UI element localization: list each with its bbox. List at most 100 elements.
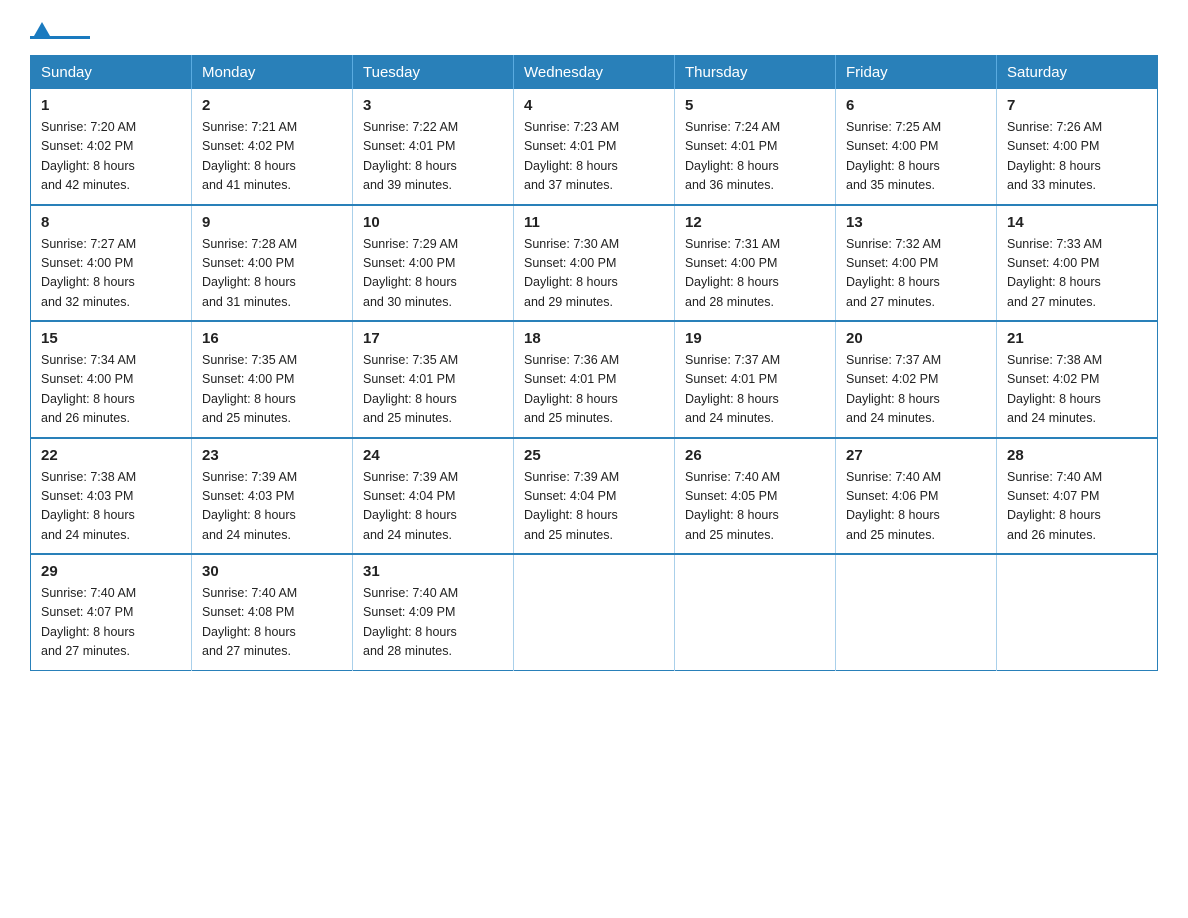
day-info: Sunrise: 7:38 AMSunset: 4:02 PMDaylight:…	[1007, 351, 1147, 429]
calendar-cell: 27 Sunrise: 7:40 AMSunset: 4:06 PMDaylig…	[836, 438, 997, 555]
day-info: Sunrise: 7:27 AMSunset: 4:00 PMDaylight:…	[41, 235, 181, 313]
day-number: 23	[202, 447, 342, 464]
day-number: 13	[846, 214, 986, 231]
calendar-cell: 22 Sunrise: 7:38 AMSunset: 4:03 PMDaylig…	[31, 438, 192, 555]
day-info: Sunrise: 7:35 AMSunset: 4:01 PMDaylight:…	[363, 351, 503, 429]
calendar-cell: 25 Sunrise: 7:39 AMSunset: 4:04 PMDaylig…	[514, 438, 675, 555]
day-info: Sunrise: 7:30 AMSunset: 4:00 PMDaylight:…	[524, 235, 664, 313]
calendar-cell: 8 Sunrise: 7:27 AMSunset: 4:00 PMDayligh…	[31, 205, 192, 322]
day-number: 11	[524, 214, 664, 231]
day-info: Sunrise: 7:40 AMSunset: 4:09 PMDaylight:…	[363, 584, 503, 662]
calendar-cell: 20 Sunrise: 7:37 AMSunset: 4:02 PMDaylig…	[836, 321, 997, 438]
day-info: Sunrise: 7:34 AMSunset: 4:00 PMDaylight:…	[41, 351, 181, 429]
calendar-cell: 23 Sunrise: 7:39 AMSunset: 4:03 PMDaylig…	[192, 438, 353, 555]
day-number: 9	[202, 214, 342, 231]
day-number: 21	[1007, 330, 1147, 347]
day-info: Sunrise: 7:24 AMSunset: 4:01 PMDaylight:…	[685, 118, 825, 196]
calendar-cell: 31 Sunrise: 7:40 AMSunset: 4:09 PMDaylig…	[353, 554, 514, 670]
calendar-cell: 21 Sunrise: 7:38 AMSunset: 4:02 PMDaylig…	[997, 321, 1158, 438]
calendar-week-row: 8 Sunrise: 7:27 AMSunset: 4:00 PMDayligh…	[31, 205, 1158, 322]
day-info: Sunrise: 7:22 AMSunset: 4:01 PMDaylight:…	[363, 118, 503, 196]
day-number: 16	[202, 330, 342, 347]
day-number: 26	[685, 447, 825, 464]
day-info: Sunrise: 7:39 AMSunset: 4:04 PMDaylight:…	[363, 468, 503, 546]
header-wednesday: Wednesday	[514, 56, 675, 90]
calendar-cell: 24 Sunrise: 7:39 AMSunset: 4:04 PMDaylig…	[353, 438, 514, 555]
header-tuesday: Tuesday	[353, 56, 514, 90]
day-info: Sunrise: 7:39 AMSunset: 4:03 PMDaylight:…	[202, 468, 342, 546]
day-number: 3	[363, 97, 503, 114]
day-number: 27	[846, 447, 986, 464]
calendar-table: SundayMondayTuesdayWednesdayThursdayFrid…	[30, 55, 1158, 671]
calendar-cell: 6 Sunrise: 7:25 AMSunset: 4:00 PMDayligh…	[836, 89, 997, 205]
day-number: 2	[202, 97, 342, 114]
day-number: 14	[1007, 214, 1147, 231]
day-info: Sunrise: 7:20 AMSunset: 4:02 PMDaylight:…	[41, 118, 181, 196]
day-info: Sunrise: 7:40 AMSunset: 4:06 PMDaylight:…	[846, 468, 986, 546]
calendar-cell: 28 Sunrise: 7:40 AMSunset: 4:07 PMDaylig…	[997, 438, 1158, 555]
calendar-cell: 1 Sunrise: 7:20 AMSunset: 4:02 PMDayligh…	[31, 89, 192, 205]
day-info: Sunrise: 7:32 AMSunset: 4:00 PMDaylight:…	[846, 235, 986, 313]
calendar-week-row: 22 Sunrise: 7:38 AMSunset: 4:03 PMDaylig…	[31, 438, 1158, 555]
logo	[30, 20, 96, 39]
day-info: Sunrise: 7:37 AMSunset: 4:02 PMDaylight:…	[846, 351, 986, 429]
day-info: Sunrise: 7:38 AMSunset: 4:03 PMDaylight:…	[41, 468, 181, 546]
calendar-cell	[997, 554, 1158, 670]
day-number: 25	[524, 447, 664, 464]
calendar-cell: 2 Sunrise: 7:21 AMSunset: 4:02 PMDayligh…	[192, 89, 353, 205]
day-info: Sunrise: 7:35 AMSunset: 4:00 PMDaylight:…	[202, 351, 342, 429]
day-number: 1	[41, 97, 181, 114]
day-number: 17	[363, 330, 503, 347]
calendar-week-row: 29 Sunrise: 7:40 AMSunset: 4:07 PMDaylig…	[31, 554, 1158, 670]
header-thursday: Thursday	[675, 56, 836, 90]
day-info: Sunrise: 7:25 AMSunset: 4:00 PMDaylight:…	[846, 118, 986, 196]
calendar-cell: 9 Sunrise: 7:28 AMSunset: 4:00 PMDayligh…	[192, 205, 353, 322]
day-number: 20	[846, 330, 986, 347]
day-info: Sunrise: 7:31 AMSunset: 4:00 PMDaylight:…	[685, 235, 825, 313]
day-number: 10	[363, 214, 503, 231]
calendar-cell: 12 Sunrise: 7:31 AMSunset: 4:00 PMDaylig…	[675, 205, 836, 322]
day-info: Sunrise: 7:21 AMSunset: 4:02 PMDaylight:…	[202, 118, 342, 196]
day-info: Sunrise: 7:40 AMSunset: 4:05 PMDaylight:…	[685, 468, 825, 546]
header-monday: Monday	[192, 56, 353, 90]
day-info: Sunrise: 7:37 AMSunset: 4:01 PMDaylight:…	[685, 351, 825, 429]
calendar-cell: 30 Sunrise: 7:40 AMSunset: 4:08 PMDaylig…	[192, 554, 353, 670]
calendar-cell	[836, 554, 997, 670]
calendar-header-row: SundayMondayTuesdayWednesdayThursdayFrid…	[31, 56, 1158, 90]
header-saturday: Saturday	[997, 56, 1158, 90]
day-info: Sunrise: 7:33 AMSunset: 4:00 PMDaylight:…	[1007, 235, 1147, 313]
day-info: Sunrise: 7:39 AMSunset: 4:04 PMDaylight:…	[524, 468, 664, 546]
day-number: 22	[41, 447, 181, 464]
calendar-cell: 13 Sunrise: 7:32 AMSunset: 4:00 PMDaylig…	[836, 205, 997, 322]
calendar-cell: 17 Sunrise: 7:35 AMSunset: 4:01 PMDaylig…	[353, 321, 514, 438]
calendar-cell: 14 Sunrise: 7:33 AMSunset: 4:00 PMDaylig…	[997, 205, 1158, 322]
calendar-cell	[514, 554, 675, 670]
calendar-cell: 29 Sunrise: 7:40 AMSunset: 4:07 PMDaylig…	[31, 554, 192, 670]
day-info: Sunrise: 7:36 AMSunset: 4:01 PMDaylight:…	[524, 351, 664, 429]
day-info: Sunrise: 7:28 AMSunset: 4:00 PMDaylight:…	[202, 235, 342, 313]
calendar-cell: 15 Sunrise: 7:34 AMSunset: 4:00 PMDaylig…	[31, 321, 192, 438]
day-info: Sunrise: 7:29 AMSunset: 4:00 PMDaylight:…	[363, 235, 503, 313]
calendar-week-row: 15 Sunrise: 7:34 AMSunset: 4:00 PMDaylig…	[31, 321, 1158, 438]
day-number: 6	[846, 97, 986, 114]
header-sunday: Sunday	[31, 56, 192, 90]
day-number: 29	[41, 563, 181, 580]
calendar-cell: 4 Sunrise: 7:23 AMSunset: 4:01 PMDayligh…	[514, 89, 675, 205]
day-info: Sunrise: 7:26 AMSunset: 4:00 PMDaylight:…	[1007, 118, 1147, 196]
day-info: Sunrise: 7:23 AMSunset: 4:01 PMDaylight:…	[524, 118, 664, 196]
page-header	[30, 20, 1158, 39]
day-number: 12	[685, 214, 825, 231]
day-number: 4	[524, 97, 664, 114]
calendar-cell: 10 Sunrise: 7:29 AMSunset: 4:00 PMDaylig…	[353, 205, 514, 322]
day-number: 31	[363, 563, 503, 580]
calendar-cell: 7 Sunrise: 7:26 AMSunset: 4:00 PMDayligh…	[997, 89, 1158, 205]
day-number: 30	[202, 563, 342, 580]
calendar-cell: 16 Sunrise: 7:35 AMSunset: 4:00 PMDaylig…	[192, 321, 353, 438]
calendar-cell: 26 Sunrise: 7:40 AMSunset: 4:05 PMDaylig…	[675, 438, 836, 555]
calendar-cell: 3 Sunrise: 7:22 AMSunset: 4:01 PMDayligh…	[353, 89, 514, 205]
calendar-cell	[675, 554, 836, 670]
day-number: 5	[685, 97, 825, 114]
calendar-cell: 19 Sunrise: 7:37 AMSunset: 4:01 PMDaylig…	[675, 321, 836, 438]
day-number: 8	[41, 214, 181, 231]
calendar-cell: 5 Sunrise: 7:24 AMSunset: 4:01 PMDayligh…	[675, 89, 836, 205]
